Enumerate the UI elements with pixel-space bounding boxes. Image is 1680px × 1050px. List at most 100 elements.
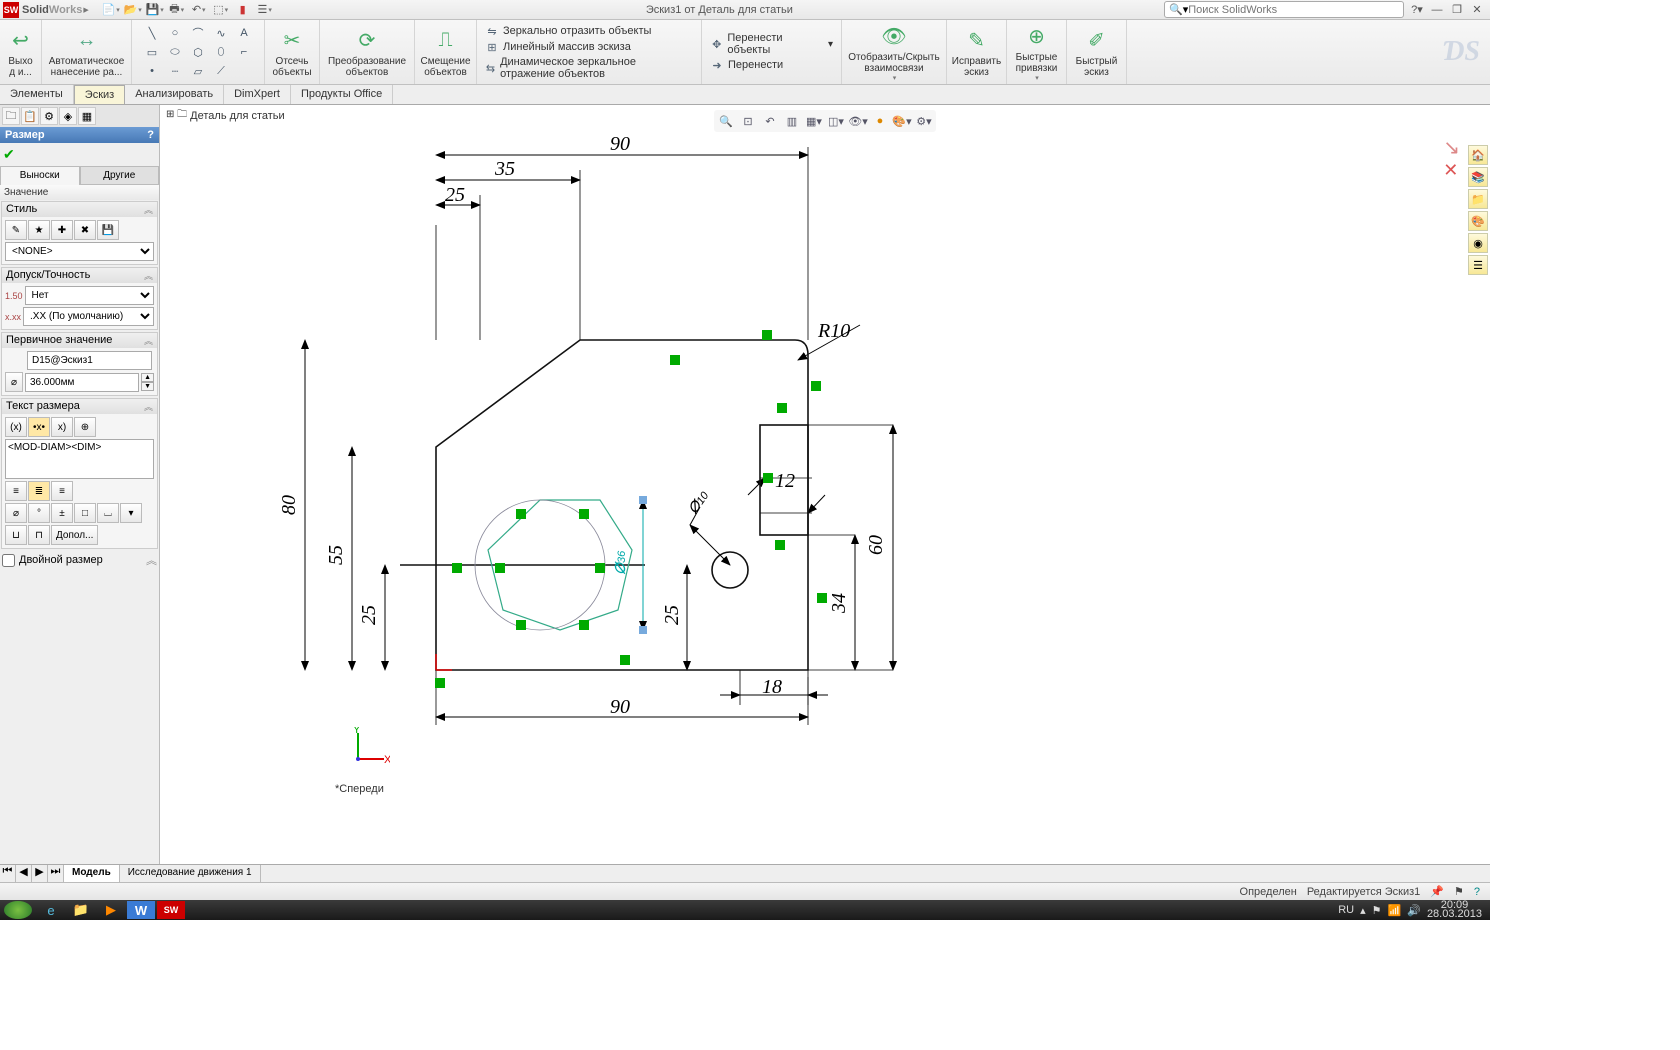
dim-name-field[interactable] [27,351,152,370]
dynamic-mirror-button[interactable]: ⇆Динамическое зеркальное отражение объек… [485,56,693,80]
view-palette-icon[interactable]: 🎨 [1468,211,1488,231]
design-library-icon[interactable]: 📚 [1468,167,1488,187]
explorer-icon[interactable]: 📁 [67,901,95,919]
collapse-icon[interactable]: ︽ [144,203,153,216]
style-btn-2[interactable]: ★ [28,220,50,240]
close-button[interactable]: ✕ [1468,2,1486,18]
rebuild-button[interactable]: ▮ [233,1,253,19]
media-icon[interactable]: ▶ [97,901,125,919]
search-box[interactable]: 🔍▾ [1164,1,1404,18]
displaymgr-tab[interactable]: ▦ [78,107,96,125]
graphics-area[interactable]: ⊞ 🗀 Деталь для статьи 🔍 ⊡ ↶ ▥ ▦▾ ◫▾ 👁▾ ●… [160,105,1490,900]
tab-prev[interactable]: ◀ [16,865,32,882]
restore-button[interactable]: ❐ [1448,2,1466,18]
tol-prec-select[interactable]: .XX (По умолчанию) [23,307,154,326]
new-button[interactable]: 📄▾ [101,1,121,19]
point-tool[interactable]: • [141,62,163,80]
exit-sketch-icon[interactable]: ↘ [1443,137,1460,159]
sw-resources-icon[interactable]: 🏠 [1468,145,1488,165]
dim-text-field[interactable]: <MOD-DIAM><DIM> [5,439,154,479]
linear-pattern-button[interactable]: ⊞Линейный массив эскиза [485,40,693,54]
other-tab[interactable]: Другие [80,166,160,185]
help-icon[interactable]: ? [147,129,154,141]
dual-dim-checkbox[interactable] [2,554,15,567]
options-button[interactable]: ☰▾ [255,1,275,19]
rect-tool[interactable]: ▭ [141,43,163,61]
move-to-button[interactable]: ➜Перенести [710,58,833,72]
move-entities-button[interactable]: ✥Перенести объекты ▾ [710,32,833,56]
undo-button[interactable]: ↶▾ [189,1,209,19]
tab-office[interactable]: Продукты Office [291,85,393,104]
style-btn-5[interactable]: 💾 [97,220,119,240]
dim-value-field[interactable] [25,373,139,392]
sym-pm[interactable]: ± [51,503,73,523]
rapid-sketch-button[interactable]: ✐ Быстрый эскиз [1067,20,1127,84]
link-icon[interactable]: ⌀ [5,372,23,392]
tray-vol-icon[interactable]: 🔊 [1407,904,1421,917]
smart-dimension-button[interactable]: ↔ Автоматическое нанесение ра... [42,20,132,84]
help-button[interactable]: ?▾ [1408,2,1426,18]
status-icon-help[interactable]: ? [1474,886,1480,898]
clock-date[interactable]: 28.03.2013 [1427,908,1482,920]
lang-indicator[interactable]: RU [1338,904,1354,916]
start-button[interactable] [4,901,32,919]
arc-tool[interactable]: ⌒ [187,24,209,42]
propertymgr-tab[interactable]: 📋 [21,107,39,125]
chamfer-tool[interactable]: ⟋ [210,62,232,80]
style-select[interactable]: <NONE> [5,242,154,261]
status-icon-flag[interactable]: ⚑ [1454,885,1464,898]
configmgr-tab[interactable]: ⚙ [40,107,58,125]
collapse-icon[interactable]: ︽ [146,552,157,568]
dimxpertmgr-tab[interactable]: ◈ [59,107,77,125]
ie-icon[interactable]: e [37,901,65,919]
show-relations-button[interactable]: 👁 Отобразить/Скрыть взаимосвязи ▾ [842,20,947,84]
search-input[interactable] [1188,4,1399,16]
txt-left-btn[interactable]: (x) [5,417,27,437]
custom-props-icon[interactable]: ☰ [1468,255,1488,275]
text-tool[interactable]: A [233,24,255,42]
ellipse-tool[interactable]: ⬯ [210,43,232,61]
solidworks-task-icon[interactable]: SW [157,901,185,919]
tab-first[interactable]: ⏮ [0,865,16,882]
brand-menu-icon[interactable]: ▶ [83,6,88,14]
leaders-tab[interactable]: Выноски [0,166,80,185]
txt-center-btn[interactable]: •x• [28,417,50,437]
select-button[interactable]: ⬚▾ [211,1,231,19]
model-tab[interactable]: Модель [64,865,120,882]
spin-up[interactable]: ▲ [141,373,154,382]
offset-button[interactable]: ⎍ Смещение объектов [415,20,477,84]
tab-features[interactable]: Элементы [0,85,74,104]
justify-left[interactable]: ≡ [5,481,27,501]
tol-type-select[interactable]: Нет [25,286,154,305]
collapse-icon[interactable]: ︽ [144,400,153,413]
motion-study-tab[interactable]: Исследование движения 1 [120,865,261,882]
print-button[interactable]: 🖶▾ [167,1,187,19]
featuremgr-tab[interactable]: 🗀 [2,107,20,125]
convert-button[interactable]: ⟳ Преобразование объектов [320,20,415,84]
cancel-icon[interactable]: ✕ [1443,160,1458,180]
txt-right-btn[interactable]: x) [51,417,73,437]
tray-net-icon[interactable]: 📶 [1388,904,1402,917]
plane-tool[interactable]: ▱ [187,62,209,80]
mirror-button[interactable]: ⇋Зеркально отразить объекты [485,24,693,38]
style-btn-4[interactable]: ✖ [74,220,96,240]
tab-next[interactable]: ▶ [32,865,48,882]
spin-down[interactable]: ▼ [141,382,154,391]
more-button[interactable]: Допол... [51,525,98,545]
appearances-icon[interactable]: ◉ [1468,233,1488,253]
sym-more[interactable]: ▾ [120,503,142,523]
sym-cb[interactable]: ⌴ [97,503,119,523]
justify-right[interactable]: ≡ [51,481,73,501]
circle-tool[interactable]: ○ [164,24,186,42]
status-icon-pin[interactable]: 📌 [1430,885,1444,898]
txt-btn-4[interactable]: ⊕ [74,417,96,437]
collapse-icon[interactable]: ︽ [144,269,153,282]
minimize-button[interactable]: — [1428,2,1446,18]
-analyze[interactable]: Анализировать [125,85,224,104]
word-icon[interactable]: W [127,901,155,919]
sym-a[interactable]: ⊔ [5,525,27,545]
spline-tool[interactable]: ∿ [210,24,232,42]
style-btn-1[interactable]: ✎ [5,220,27,240]
tab-sketch[interactable]: Эскиз [74,85,125,104]
quick-snaps-button[interactable]: ⊕ Быстрые привязки ▾ [1007,20,1067,84]
